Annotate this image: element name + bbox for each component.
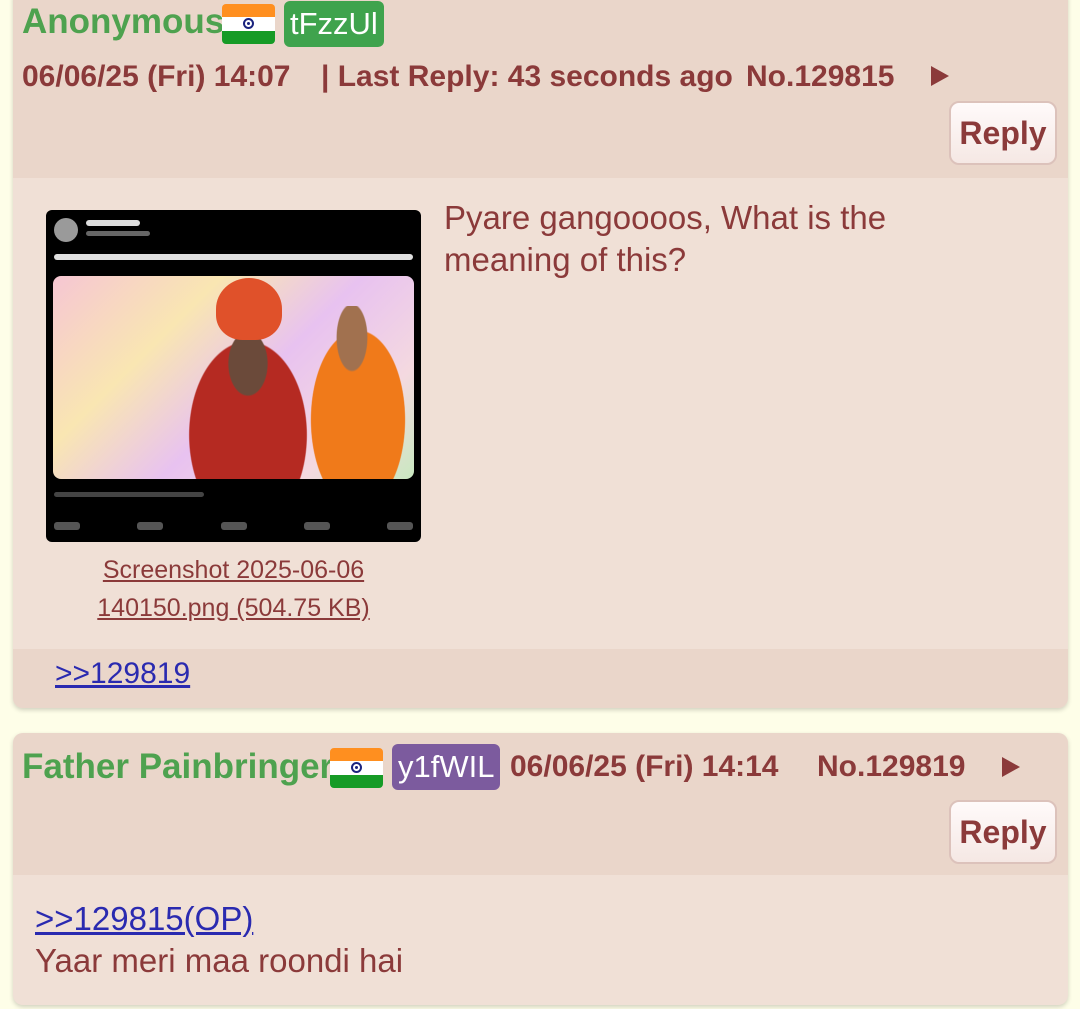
reply-post: Father Painbringer y1fWIL 06/06/25 (Fri)… bbox=[13, 733, 1068, 1005]
post-comment: Pyare gangoooos, What is the meaning of … bbox=[444, 197, 886, 281]
file-name-line2[interactable]: 140150.png (504.75 KB) bbox=[46, 589, 421, 627]
comment-text: Yaar meri maa roondi hai bbox=[35, 942, 404, 979]
post-datetime: 06/06/25 (Fri) 14:07 bbox=[22, 60, 291, 93]
poster-id-badge[interactable]: y1fWIL bbox=[392, 744, 501, 790]
quote-link[interactable]: >>129815(OP) bbox=[35, 900, 253, 937]
post-image-thumbnail[interactable] bbox=[46, 210, 421, 542]
india-flag-icon bbox=[222, 4, 275, 44]
post-datetime: 06/06/25 (Fri) 14:14 bbox=[510, 750, 779, 783]
comment-line2: meaning of this? bbox=[444, 241, 687, 278]
poster-name: Anonymous bbox=[22, 2, 225, 41]
post-menu-arrow-icon[interactable] bbox=[931, 66, 949, 86]
post-menu-arrow-icon[interactable] bbox=[1002, 757, 1020, 777]
poster-name: Father Painbringer bbox=[22, 747, 334, 786]
backlinks-bar: >>129819 bbox=[13, 649, 1068, 708]
reply-post-header: Father Painbringer y1fWIL 06/06/25 (Fri)… bbox=[13, 733, 1068, 875]
post-number-link[interactable]: No.129819 bbox=[817, 750, 965, 784]
poster-id-badge[interactable]: tFzzUl bbox=[284, 1, 384, 47]
file-info-link[interactable]: Screenshot 2025-06-06 140150.png (504.75… bbox=[46, 551, 421, 627]
comment-line1: Pyare gangoooos, What is the bbox=[444, 199, 887, 236]
post-comment: >>129815(OP) Yaar meri maa roondi hai bbox=[35, 898, 403, 982]
backlink-link[interactable]: >>129819 bbox=[55, 657, 190, 691]
op-post-header: Anonymous tFzzUl 06/06/25 (Fri) 14:07 | … bbox=[13, 0, 1068, 178]
reply-button[interactable]: Reply bbox=[949, 800, 1057, 864]
op-post: Anonymous tFzzUl 06/06/25 (Fri) 14:07 | … bbox=[13, 0, 1068, 708]
last-reply-info: | Last Reply: 43 seconds ago bbox=[321, 60, 733, 93]
file-name-line1[interactable]: Screenshot 2025-06-06 bbox=[46, 551, 421, 589]
india-flag-icon bbox=[330, 748, 383, 788]
post-number-link[interactable]: No.129815 bbox=[746, 60, 894, 94]
reply-button[interactable]: Reply bbox=[949, 101, 1057, 165]
